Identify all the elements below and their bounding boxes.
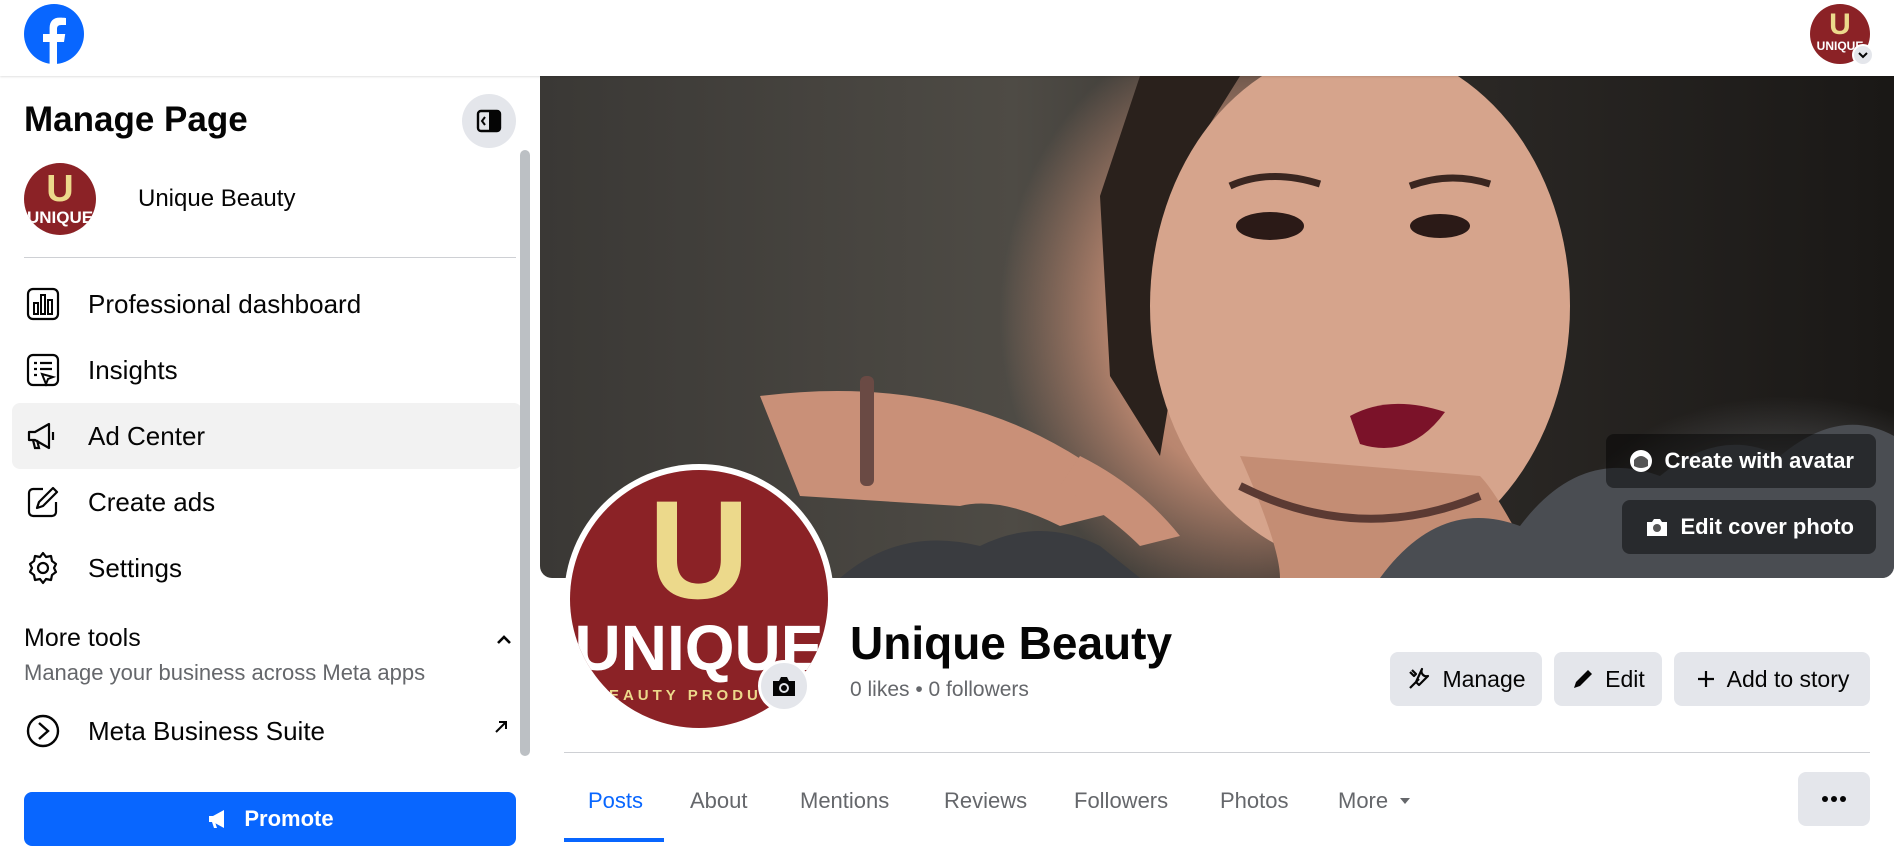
sidebar-item-meta-business-suite[interactable]: Meta Business Suite	[12, 698, 522, 764]
account-logo-letter: U	[1829, 8, 1851, 41]
external-link-icon	[490, 716, 512, 738]
camera-icon	[773, 677, 795, 696]
tools-icon	[1409, 667, 1430, 689]
page-stats[interactable]: 0 likes • 0 followers	[850, 678, 1029, 702]
create-with-avatar-label: Create with avatar	[1664, 448, 1854, 473]
top-bar: U UNIQUE	[0, 0, 1894, 76]
collapse-sidebar-button[interactable]	[462, 94, 516, 148]
manage-label: Manage	[1442, 665, 1526, 692]
account-menu-chevron-icon[interactable]	[1852, 44, 1874, 66]
tab-mentions[interactable]: Mentions	[800, 776, 889, 850]
edit-cover-photo-label: Edit cover photo	[1680, 514, 1854, 539]
chevron-up-icon[interactable]	[490, 626, 518, 654]
profile-divider	[564, 752, 1870, 753]
add-to-story-button[interactable]: Add to story	[1674, 652, 1870, 706]
update-profile-picture-button[interactable]	[758, 660, 810, 712]
sidebar-item-label: Meta Business Suite	[88, 715, 326, 746]
sidebar-item-create-ads[interactable]: Create ads	[12, 469, 522, 535]
sidebar-item-insights[interactable]: Insights	[12, 337, 522, 403]
edit-button[interactable]: Edit	[1554, 652, 1662, 706]
more-options-button[interactable]	[1798, 772, 1870, 826]
page-avatar-letter: U	[46, 168, 73, 210]
sidebar-item-label: Settings	[88, 552, 182, 583]
active-tab-indicator	[564, 838, 664, 842]
sidebar-item-ad-center[interactable]: Ad Center	[12, 403, 522, 469]
collapse-sidebar-icon	[476, 109, 502, 133]
tab-followers[interactable]: Followers	[1074, 776, 1168, 850]
tab-about[interactable]: About	[690, 776, 748, 850]
manage-page-sidebar: Manage Page U UNIQUE Unique Beauty Profe…	[0, 76, 540, 850]
more-tools-title: More tools	[24, 624, 141, 652]
tab-photos[interactable]: Photos	[1220, 776, 1289, 850]
sidebar-item-label: Ad Center	[88, 420, 206, 451]
promote-button[interactable]: Promote	[24, 792, 516, 846]
sidebar-page-name: Unique Beauty	[138, 185, 296, 212]
manage-button[interactable]: Manage	[1390, 652, 1542, 706]
add-to-story-label: Add to story	[1726, 665, 1850, 692]
sidebar-page-switcher[interactable]: U UNIQUE Unique Beauty	[24, 162, 295, 236]
ellipsis-icon	[1822, 796, 1846, 802]
sidebar-divider	[24, 257, 516, 258]
megaphone-icon	[209, 810, 225, 828]
more-tools-subtitle: Manage your business across Meta apps	[24, 660, 426, 685]
edit-label: Edit	[1605, 665, 1645, 692]
pencil-icon	[1574, 670, 1593, 688]
sidebar-item-settings[interactable]: Settings	[12, 535, 522, 601]
plus-icon	[1697, 671, 1714, 687]
sidebar-item-label: Professional dashboard	[88, 288, 362, 319]
meta-business-suite-icon	[24, 712, 62, 750]
sidebar-item-professional-dashboard[interactable]: Professional dashboard	[12, 271, 522, 337]
sidebar-item-label: Create ads	[88, 486, 216, 517]
page-avatar: U UNIQUE	[24, 163, 96, 235]
page-main: Create with avatar Edit cover photo U UN…	[540, 76, 1894, 850]
page-title: Unique Beauty	[850, 617, 1173, 669]
pencil-square-icon	[24, 483, 62, 521]
dashboard-icon	[24, 285, 62, 323]
create-with-avatar-button[interactable]: Create with avatar	[1606, 434, 1876, 488]
edit-cover-photo-button[interactable]: Edit cover photo	[1622, 500, 1876, 554]
page-avatar-word: UNIQUE	[27, 208, 93, 227]
sidebar-item-label: Insights	[88, 354, 178, 385]
insights-icon	[24, 351, 62, 389]
facebook-logo-icon[interactable]	[24, 4, 84, 65]
caret-down-icon	[1400, 798, 1411, 804]
sidebar-title: Manage Page	[24, 100, 248, 139]
camera-icon	[1647, 519, 1668, 536]
avatar-icon	[1630, 450, 1653, 472]
tab-more[interactable]: More	[1338, 776, 1414, 850]
tab-more-label: More	[1338, 788, 1389, 813]
gear-icon	[24, 549, 62, 587]
sidebar-scrollbar[interactable]	[520, 150, 530, 756]
profile-logo-letter: U	[648, 471, 749, 628]
tab-reviews[interactable]: Reviews	[944, 776, 1027, 850]
promote-label: Promote	[244, 806, 334, 831]
megaphone-icon	[24, 417, 62, 455]
